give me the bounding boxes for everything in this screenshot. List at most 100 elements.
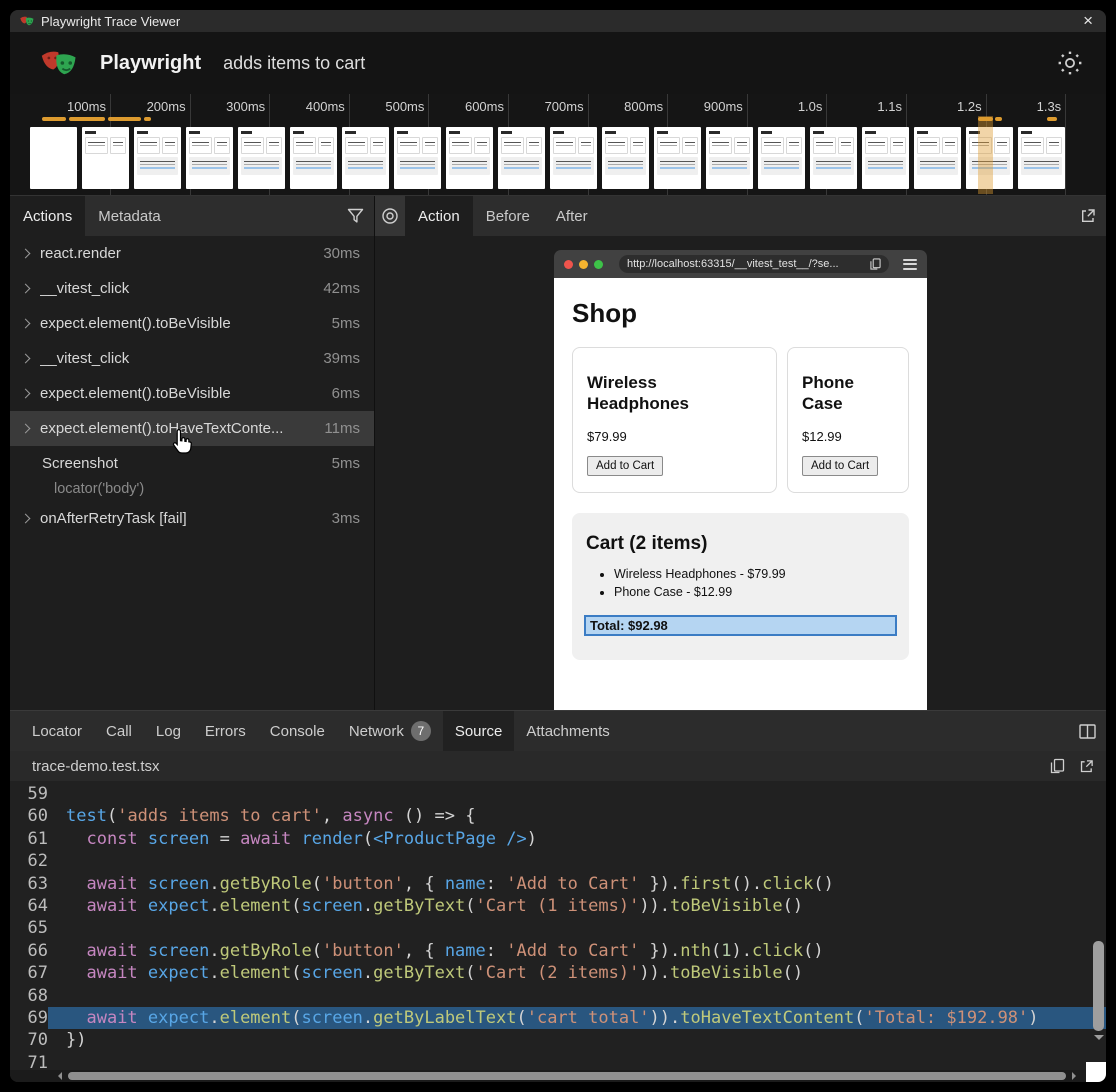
- thumb-line: [868, 164, 903, 166]
- timeline-thumbnail[interactable]: [238, 127, 285, 189]
- thumb-line: [660, 164, 695, 166]
- chevron-right-icon[interactable]: [21, 284, 31, 294]
- action-item[interactable]: __vitest_click42ms: [10, 271, 374, 306]
- code-line: 64 await expect.element(screen.getByText…: [10, 895, 1106, 917]
- add-to-cart-button[interactable]: Add to Cart: [802, 456, 878, 476]
- code-token: [66, 874, 86, 894]
- timeline-thumbnail[interactable]: [758, 127, 805, 189]
- timeline-thumbnail[interactable]: [30, 127, 77, 189]
- timeline-thumbnail[interactable]: [290, 127, 337, 189]
- line-text: const screen = await render(<ProductPage…: [48, 828, 1106, 850]
- add-to-cart-button[interactable]: Add to Cart: [587, 456, 663, 476]
- timeline-thumbnail[interactable]: [914, 127, 961, 189]
- thumb-line: [608, 164, 643, 166]
- vertical-scroll-thumb[interactable]: [1093, 941, 1104, 1031]
- scroll-down-arrow-icon[interactable]: [1094, 1035, 1104, 1045]
- tab-console[interactable]: Console: [258, 711, 337, 751]
- action-item[interactable]: __vitest_click39ms: [10, 341, 374, 376]
- filter-icon[interactable]: [337, 196, 374, 236]
- tab-network[interactable]: Network7: [337, 711, 443, 751]
- code-token: }): [66, 1030, 86, 1050]
- scroll-left-arrow-icon[interactable]: [54, 1072, 62, 1080]
- timeline-thumbnail[interactable]: [342, 127, 389, 189]
- timeline-tick-label: 400ms: [271, 99, 345, 114]
- timeline-thumbnail[interactable]: [862, 127, 909, 189]
- snapshot-browser: http://localhost:63315/__vitest_test__/?…: [554, 250, 927, 710]
- timeline-thumbnail[interactable]: [134, 127, 181, 189]
- chevron-right-icon[interactable]: [21, 354, 31, 364]
- tab-locator[interactable]: Locator: [20, 711, 94, 751]
- thumb-line: [529, 145, 539, 147]
- menu-icon[interactable]: [903, 259, 917, 270]
- action-duration: 5ms: [332, 315, 360, 332]
- action-item[interactable]: Screenshot5ms: [10, 446, 374, 481]
- tab-action[interactable]: Action: [405, 196, 473, 236]
- timeline-tick-label: 900ms: [669, 99, 743, 114]
- tab-source[interactable]: Source: [443, 711, 515, 751]
- thumb-line: [764, 142, 781, 144]
- timeline-thumbnail[interactable]: [602, 127, 649, 189]
- timeline-tick-label: 500ms: [350, 99, 424, 114]
- timeline-thumbnail[interactable]: [186, 127, 233, 189]
- open-external-icon[interactable]: [1070, 196, 1106, 236]
- tab-after[interactable]: After: [543, 196, 601, 236]
- thumb-product-card: [786, 137, 802, 154]
- titlebar[interactable]: Playwright Trace Viewer ×: [10, 10, 1106, 32]
- chevron-right-icon[interactable]: [21, 319, 31, 329]
- chevron-right-icon[interactable]: [21, 514, 31, 524]
- open-source-external-icon[interactable]: [1079, 759, 1094, 774]
- tab-call[interactable]: Call: [94, 711, 144, 751]
- tab-log[interactable]: Log: [144, 711, 193, 751]
- tab-before[interactable]: Before: [473, 196, 543, 236]
- horizontal-scroll-thumb[interactable]: [68, 1072, 1066, 1080]
- timeline-thumbnail[interactable]: [446, 127, 493, 189]
- action-item[interactable]: react.render30ms: [10, 236, 374, 271]
- split-view-icon[interactable]: [1069, 711, 1106, 751]
- vertical-scrollbar[interactable]: [1093, 941, 1104, 1061]
- scroll-right-arrow-icon[interactable]: [1072, 1072, 1080, 1080]
- code-token: ,: [322, 806, 342, 826]
- thumb-line: [633, 142, 643, 144]
- close-icon[interactable]: ×: [1080, 13, 1096, 29]
- action-item[interactable]: expect.element().toBeVisible6ms: [10, 376, 374, 411]
- timeline-thumbnail[interactable]: [498, 127, 545, 189]
- thumb-total: [764, 167, 799, 169]
- snapshot-preview: http://localhost:63315/__vitest_test__/?…: [375, 236, 1106, 710]
- code-line: 71: [10, 1052, 1106, 1070]
- tab-actions[interactable]: Actions: [10, 196, 85, 236]
- thumb-product-card: [657, 137, 680, 154]
- thumb-line: [373, 145, 383, 147]
- timeline-thumbnail[interactable]: [654, 127, 701, 189]
- code-token: .: [209, 941, 219, 961]
- timeline[interactable]: 100ms200ms300ms400ms500ms600ms700ms800ms…: [10, 94, 1106, 196]
- code-token: (: [291, 1008, 301, 1028]
- timeline-thumbnail[interactable]: [550, 127, 597, 189]
- timeline-thumbnail[interactable]: [82, 127, 129, 189]
- pick-locator-button[interactable]: [375, 196, 405, 236]
- chevron-right-icon[interactable]: [21, 424, 31, 434]
- timeline-thumbnail[interactable]: [810, 127, 857, 189]
- line-number: 69: [10, 1007, 48, 1029]
- thumb-line: [816, 145, 833, 147]
- thumb-line: [88, 145, 105, 147]
- tab-attachments[interactable]: Attachments: [514, 711, 621, 751]
- chevron-right-icon[interactable]: [21, 389, 31, 399]
- gear-icon[interactable]: [1058, 51, 1082, 75]
- action-item[interactable]: onAfterRetryTask [fail]3ms: [10, 501, 374, 536]
- source-code[interactable]: 5960test('adds items to cart', async () …: [10, 781, 1106, 1070]
- url-bar[interactable]: http://localhost:63315/__vitest_test__/?…: [619, 255, 889, 273]
- code-token: 'Add to Cart': [506, 941, 639, 961]
- chevron-right-icon[interactable]: [21, 249, 31, 259]
- tab-metadata[interactable]: Metadata: [85, 196, 174, 236]
- action-item[interactable]: expect.element().toHaveTextConte...11ms: [10, 411, 374, 446]
- copy-source-icon[interactable]: [1050, 758, 1065, 774]
- timeline-thumbnail[interactable]: [706, 127, 753, 189]
- code-token: )).: [639, 963, 670, 983]
- timeline-thumbnail[interactable]: [1018, 127, 1065, 189]
- timeline-thumbnail[interactable]: [394, 127, 441, 189]
- action-item[interactable]: expect.element().toBeVisible5ms: [10, 306, 374, 341]
- tab-errors[interactable]: Errors: [193, 711, 258, 751]
- timeline-tick-label: 700ms: [510, 99, 584, 114]
- copy-url-icon[interactable]: [870, 258, 881, 270]
- horizontal-scrollbar[interactable]: [10, 1070, 1106, 1082]
